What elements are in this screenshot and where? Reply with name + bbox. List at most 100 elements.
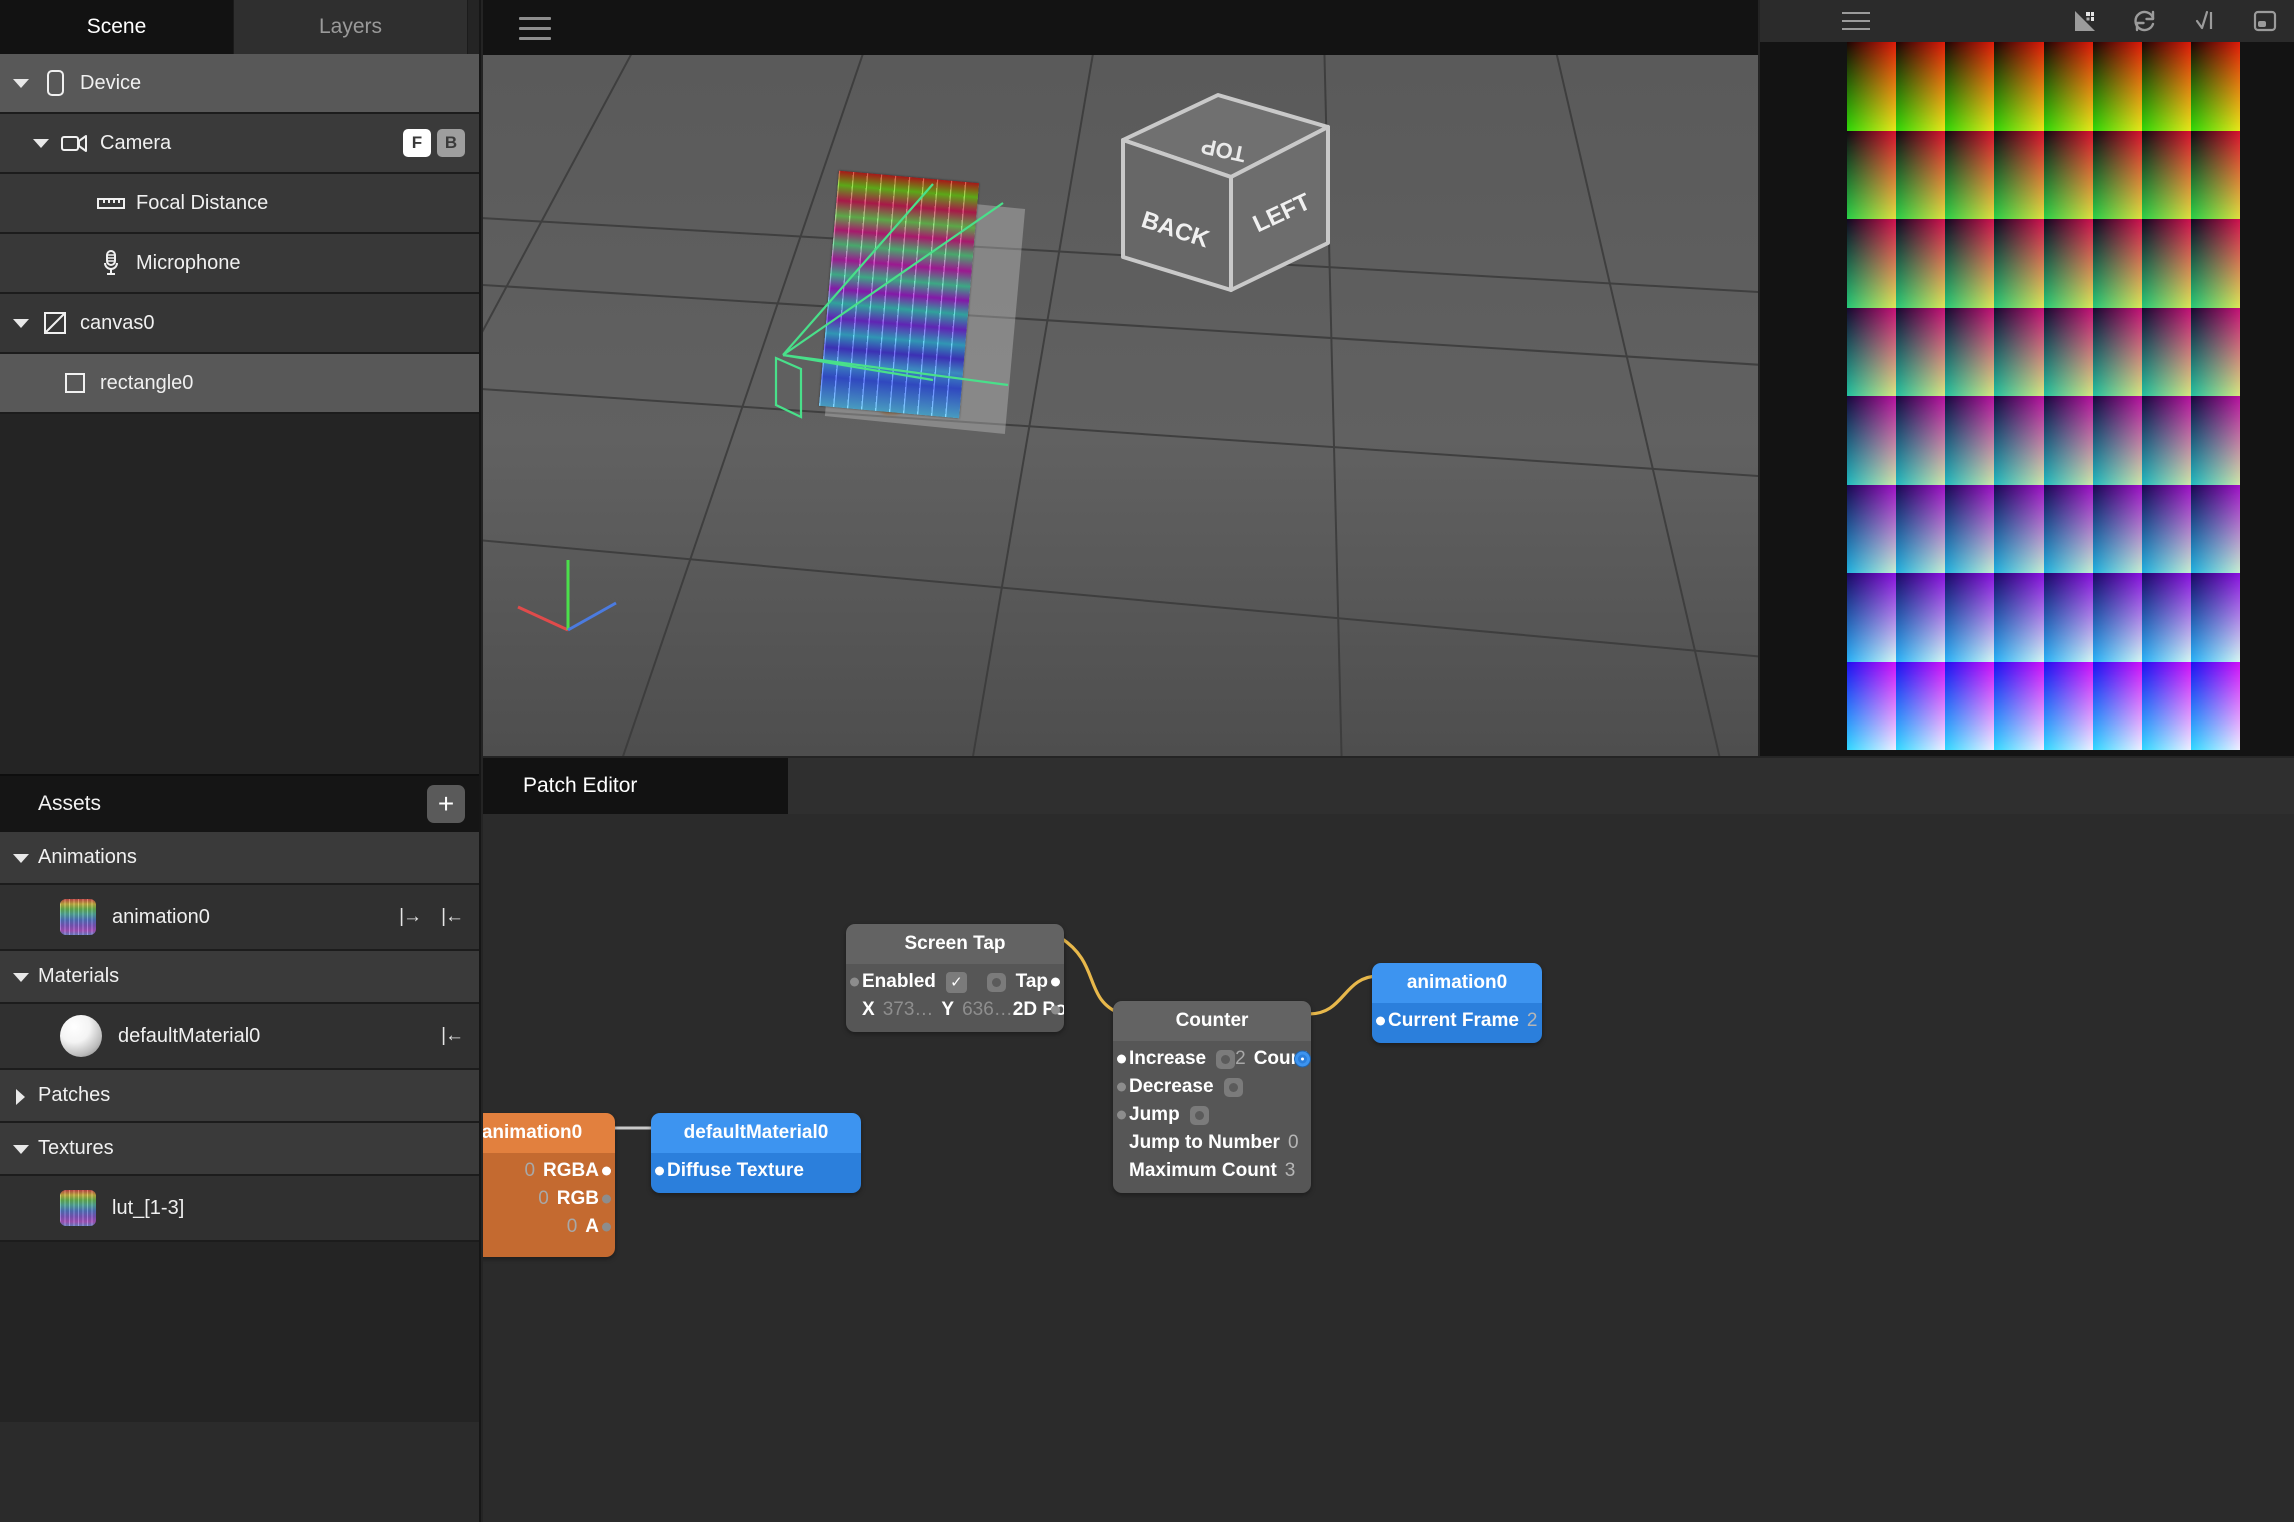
patch-row-maximum-count[interactable]: Maximum Count 3 <box>1113 1157 1311 1185</box>
patch-node-defaultMaterial0[interactable]: defaultMaterial0 Diffuse Texture <box>651 1113 861 1193</box>
hamburger-icon[interactable] <box>519 16 551 40</box>
lut-cell-gradient <box>2092 484 2142 573</box>
input-port-enabled[interactable] <box>850 977 859 987</box>
texture-toggle-icon[interactable] <box>2070 6 2100 36</box>
port-label-jump: Jump <box>1129 1104 1180 1125</box>
input-port-increase[interactable] <box>1117 1054 1126 1064</box>
y-value[interactable]: 636… <box>962 999 1013 1021</box>
disclosure-triangle-icon[interactable] <box>10 966 32 988</box>
checkbox-enabled[interactable]: ✓ <box>945 971 967 993</box>
disclosure-triangle-icon[interactable] <box>10 847 32 869</box>
lut-cell <box>1945 42 1995 131</box>
disclosure-triangle-icon[interactable] <box>30 132 52 154</box>
camera-back-badge[interactable]: B <box>437 129 465 157</box>
assets-group-label: Textures <box>38 1137 114 1159</box>
input-port-current-frame[interactable] <box>1376 1016 1385 1026</box>
producer-patch-icon[interactable]: |→ <box>399 906 422 928</box>
patch-row-2d-position[interactable]: X 373… Y 636… 2D Position <box>846 996 1064 1024</box>
pulse-button-increase[interactable] <box>1216 1049 1236 1069</box>
disclosure-triangle-icon[interactable] <box>10 72 32 94</box>
scene-item-focal-distance[interactable]: Focal Distance <box>0 174 479 234</box>
asset-item-animation0[interactable]: animation0 |→ |← <box>0 885 479 951</box>
lut-cell <box>1896 130 1946 219</box>
disclosure-triangle-icon[interactable] <box>10 312 32 334</box>
lut-cell-gradient <box>2141 219 2191 308</box>
scene-item-device[interactable]: Device <box>0 54 479 114</box>
asset-item-defaultMaterial0[interactable]: defaultMaterial0 |← <box>0 1004 479 1070</box>
disclosure-triangle-icon[interactable] <box>10 1085 32 1107</box>
lut-cell <box>2092 661 2142 750</box>
scene-item-camera[interactable]: Camera F B <box>0 114 479 174</box>
patch-row-jump-to-number[interactable]: Jump to Number 0 <box>1113 1129 1311 1157</box>
assets-group-textures[interactable]: Textures <box>0 1123 479 1176</box>
patch-row-jump[interactable]: Jump <box>1113 1101 1311 1129</box>
output-port-tap[interactable] <box>1051 977 1060 987</box>
pulse-button-jump[interactable] <box>1189 1105 1209 1125</box>
lut-cell <box>2092 219 2142 308</box>
lut-thumbnail-icon <box>60 899 96 935</box>
hamburger-icon[interactable] <box>1842 12 1870 30</box>
patch-node-counter[interactable]: Counter Increase 2 Count Decrease Jump J… <box>1113 1001 1311 1193</box>
patch-node-screen-tap[interactable]: Screen Tap Enabled ✓ Tap X 373… Y 636… 2… <box>846 924 1064 1032</box>
scene-item-microphone[interactable]: Microphone <box>0 234 479 294</box>
input-port-decrease[interactable] <box>1117 1082 1126 1092</box>
tab-layers[interactable]: Layers <box>234 0 468 54</box>
tab-patch-editor[interactable]: Patch Editor <box>483 758 788 814</box>
consumer-patch-icon[interactable]: |← <box>441 906 464 928</box>
count-value: 2 <box>1235 1048 1246 1069</box>
input-port-jump[interactable] <box>1117 1110 1126 1120</box>
record-check-icon[interactable] <box>2190 6 2220 36</box>
output-port-rgb[interactable] <box>602 1194 611 1204</box>
consumer-patch-icon[interactable]: |← <box>441 1025 464 1047</box>
lut-cell-gradient <box>2141 396 2191 485</box>
lut-cell-gradient <box>2190 130 2240 219</box>
lut-cell-gradient <box>2190 219 2240 308</box>
lut-cell-gradient <box>1847 307 1897 396</box>
scene-item-canvas0[interactable]: canvas0 <box>0 294 479 354</box>
tab-scene[interactable]: Scene <box>0 0 234 54</box>
patch-row-rgb[interactable]: 0 RGB <box>483 1185 615 1213</box>
viewport-stage[interactable]: TOP BACK LEFT <box>483 55 1758 756</box>
assets-group-label: Patches <box>38 1084 111 1106</box>
scene-item-rectangle0[interactable]: rectangle0 <box>0 354 479 414</box>
output-port-rgba[interactable] <box>602 1166 611 1176</box>
lut-cell <box>1896 307 1946 396</box>
maximum-count-value[interactable]: 3 <box>1285 1160 1296 1182</box>
patch-row-rgba[interactable]: 0 RGBA <box>483 1157 615 1185</box>
preview-content[interactable] <box>1760 42 2294 756</box>
refresh-icon[interactable] <box>2130 6 2160 36</box>
orientation-cube-gizmo[interactable]: TOP BACK LEFT <box>1113 85 1343 305</box>
patch-node-body: Increase 2 Count Decrease Jump Jump to N… <box>1113 1041 1311 1193</box>
patch-row-increase-count[interactable]: Increase 2 Count <box>1113 1045 1311 1073</box>
lut-cell <box>1994 307 2044 396</box>
lut-cell-gradient <box>1945 396 1995 485</box>
assets-group-patches[interactable]: Patches <box>0 1070 479 1123</box>
device-layout-icon[interactable] <box>2250 6 2280 36</box>
output-port-2d-position[interactable] <box>1051 1005 1060 1015</box>
output-port-a[interactable] <box>602 1222 611 1232</box>
asset-item-lut[interactable]: lut_[1-3] <box>0 1176 479 1242</box>
output-port-count[interactable] <box>1295 1051 1310 1067</box>
patch-node-animation0-producer[interactable]: animation0 0 RGBA 0 RGB 0 A <box>483 1113 615 1257</box>
pulse-button-tap[interactable] <box>986 972 1006 992</box>
lut-cell-gradient <box>2190 661 2240 750</box>
x-value[interactable]: 373… <box>883 999 934 1021</box>
patch-row-enabled-tap[interactable]: Enabled ✓ Tap <box>846 968 1064 996</box>
camera-facing-toggle[interactable]: F B <box>403 129 465 157</box>
patch-row-a[interactable]: 0 A <box>483 1213 615 1241</box>
patch-row-diffuse-texture[interactable]: Diffuse Texture <box>651 1157 861 1185</box>
pulse-button-decrease[interactable] <box>1223 1077 1243 1097</box>
patch-row-decrease[interactable]: Decrease <box>1113 1073 1311 1101</box>
assets-group-animations[interactable]: Animations <box>0 832 479 885</box>
disclosure-triangle-icon[interactable] <box>10 1138 32 1160</box>
scene-viewport[interactable]: TOP BACK LEFT <box>483 0 1758 756</box>
jump-to-number-value[interactable]: 0 <box>1288 1132 1299 1154</box>
patch-editor-canvas[interactable]: Screen Tap Enabled ✓ Tap X 373… Y 636… 2… <box>483 814 2294 1522</box>
add-asset-button[interactable]: + <box>427 785 465 823</box>
lut-cell <box>1896 484 1946 573</box>
camera-front-badge[interactable]: F <box>403 129 431 157</box>
assets-group-materials[interactable]: Materials <box>0 951 479 1004</box>
patch-row-current-frame[interactable]: Current Frame 2 <box>1372 1007 1542 1035</box>
input-port-diffuse-texture[interactable] <box>655 1166 664 1176</box>
patch-node-animation0-consumer[interactable]: animation0 Current Frame 2 <box>1372 963 1542 1043</box>
